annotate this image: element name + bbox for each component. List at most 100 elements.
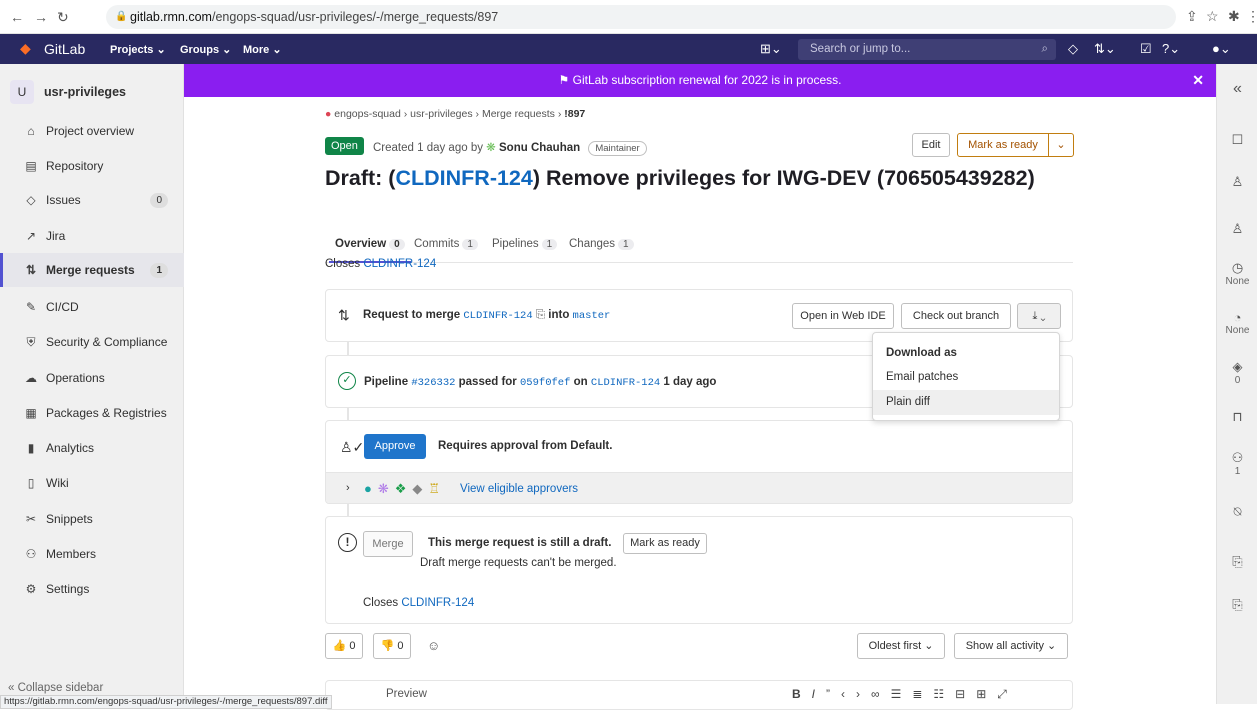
- sidebar-item-analytics[interactable]: ▮ Analytics: [0, 431, 184, 465]
- pipeline-branch-link[interactable]: CLDINFR-124: [591, 377, 660, 389]
- source-branch[interactable]: CLDINFR-124: [463, 310, 532, 322]
- thumbs-up-button[interactable]: 👍 0: [325, 633, 363, 659]
- task-list-icon[interactable]: ☷: [933, 687, 955, 701]
- approver-avatar[interactable]: ◆: [412, 481, 428, 496]
- new-item-icon[interactable]: ⊞⌄: [760, 41, 782, 57]
- edit-button[interactable]: Edit: [912, 133, 950, 157]
- gitlab-logo-icon[interactable]: ◆: [20, 40, 31, 57]
- preview-tab[interactable]: Preview: [386, 688, 427, 700]
- breadcrumb-project[interactable]: usr-privileges: [410, 108, 472, 120]
- download-dropdown-button[interactable]: ⤓ ⌄: [1017, 303, 1061, 329]
- email-patches-option[interactable]: Email patches: [873, 365, 1059, 390]
- chevron-right-icon[interactable]: ›: [346, 482, 350, 494]
- pipeline-id-link[interactable]: #326332: [411, 377, 455, 389]
- breadcrumb-group[interactable]: engops-squad: [334, 108, 401, 120]
- sidebar-item-project-overview[interactable]: ⌂ Project overview: [0, 114, 184, 148]
- collapse-sidebar-button[interactable]: « Collapse sidebar: [8, 682, 103, 694]
- tab-pipelines[interactable]: Pipelines 1: [492, 227, 558, 263]
- draft-mark-as-ready-button[interactable]: Mark as ready: [623, 533, 707, 554]
- target-branch[interactable]: master: [573, 310, 611, 322]
- sidebar-item-operations[interactable]: ☁ Operations: [0, 361, 184, 395]
- approvers-row[interactable]: › ●❋❖◆♖ View eligible approvers: [326, 472, 1072, 503]
- address-bar[interactable]: 🔒 gitlab.rmn.com/engops-squad/usr-privil…: [106, 5, 1176, 29]
- sidebar-item-settings[interactable]: ⚙ Settings: [0, 572, 184, 606]
- italic-icon[interactable]: I: [812, 687, 826, 701]
- add-reaction-icon[interactable]: ☺: [427, 638, 440, 653]
- reviewer-icon[interactable]: ♙: [1217, 221, 1257, 237]
- fullscreen-icon[interactable]: ⤢: [997, 687, 1018, 701]
- sidebar-item-security[interactable]: ⛨ Security & Compliance: [0, 325, 184, 359]
- open-web-ide-button[interactable]: Open in Web IDE: [792, 303, 894, 329]
- title-issue-link[interactable]: CLDINFR-124: [395, 166, 532, 190]
- search-input[interactable]: Search or jump to... ⌕: [798, 39, 1056, 60]
- numbered-list-icon[interactable]: ≣: [912, 687, 933, 701]
- sidebar-item-issues[interactable]: ◇ Issues 0: [0, 183, 184, 217]
- sidebar-item-packages[interactable]: ▦ Packages & Registries: [0, 396, 184, 430]
- sidebar-item-members[interactable]: ⚇ Members: [0, 537, 184, 571]
- collapsible-icon[interactable]: ⊟: [955, 687, 976, 701]
- plain-diff-option[interactable]: Plain diff: [873, 390, 1059, 415]
- sidebar-item-snippets[interactable]: ✂ Snippets: [0, 502, 184, 536]
- approver-avatar[interactable]: ❋: [378, 481, 395, 496]
- extensions-icon[interactable]: ✱: [1228, 8, 1240, 25]
- code-icon[interactable]: ‹›: [841, 687, 871, 701]
- approve-button[interactable]: Approve: [364, 434, 426, 459]
- copy-email-icon[interactable]: ⎘: [1217, 597, 1257, 613]
- check-out-branch-button[interactable]: Check out branch: [901, 303, 1011, 329]
- quote-icon[interactable]: ”: [826, 687, 841, 701]
- thumbs-down-button[interactable]: 👎 0: [373, 633, 411, 659]
- mark-ready-dropdown-toggle[interactable]: ⌄: [1048, 133, 1074, 157]
- reload-icon[interactable]: ↻: [57, 9, 69, 26]
- copy-reference-icon[interactable]: ⎘: [1217, 554, 1257, 570]
- lock-block[interactable]: ⊓: [1217, 409, 1257, 425]
- table-icon[interactable]: ⊞: [976, 687, 997, 701]
- issues-nav-icon[interactable]: ◇: [1068, 41, 1078, 57]
- more-menu[interactable]: More ⌄: [243, 43, 282, 56]
- merge-button[interactable]: Merge: [363, 531, 413, 557]
- sidebar-project-header[interactable]: U usr-privileges: [10, 80, 126, 104]
- bold-icon[interactable]: B: [792, 687, 812, 701]
- gitlab-brand[interactable]: GitLab: [44, 41, 85, 57]
- activity-filter-dropdown[interactable]: Show all activity ⌄: [954, 633, 1068, 659]
- sidebar-item-repository[interactable]: ▤ Repository: [0, 149, 184, 183]
- approver-avatar[interactable]: ❖: [395, 481, 413, 496]
- approver-avatar[interactable]: ♖: [428, 481, 446, 496]
- commit-sha-link[interactable]: 059f0fef: [520, 377, 570, 389]
- labels-block[interactable]: ◈ 0: [1217, 359, 1257, 386]
- notifications-icon[interactable]: ⍉: [1217, 504, 1257, 520]
- assignee-icon[interactable]: ♙: [1217, 174, 1257, 190]
- forward-icon[interactable]: →: [34, 9, 48, 25]
- user-avatar-icon[interactable]: ●⌄: [1212, 41, 1231, 57]
- sidebar-item-ci-cd[interactable]: ✎ CI/CD: [0, 290, 184, 324]
- view-eligible-approvers-link[interactable]: View eligible approvers: [460, 483, 578, 495]
- bullet-list-icon[interactable]: ☰: [891, 687, 913, 701]
- sidebar-item-wiki[interactable]: ▯ Wiki: [0, 466, 184, 500]
- author-avatar[interactable]: ❋: [486, 142, 496, 154]
- milestone-block[interactable]: ◷ None: [1217, 260, 1257, 287]
- participants-block[interactable]: ⚇ 1: [1217, 450, 1257, 477]
- closes-issue-link[interactable]: CLDINFR-124: [401, 597, 474, 609]
- back-icon[interactable]: ←: [10, 9, 24, 25]
- approver-avatar[interactable]: ●: [364, 481, 378, 496]
- author-name[interactable]: Sonu Chauhan: [499, 142, 580, 154]
- breadcrumb-mr-id[interactable]: !897: [564, 108, 585, 120]
- bookmark-star-icon[interactable]: ☆: [1206, 8, 1219, 25]
- closes-issue-link[interactable]: CLDINFR-124: [363, 258, 436, 270]
- browser-menu-icon[interactable]: ⋮: [1246, 8, 1257, 25]
- link-icon[interactable]: ∞: [871, 687, 891, 701]
- collapse-right-sidebar-icon[interactable]: «: [1217, 80, 1257, 98]
- todo-add-icon[interactable]: ☐: [1217, 132, 1257, 148]
- time-tracking-block[interactable]: ◔ None: [1217, 310, 1257, 336]
- groups-menu[interactable]: Groups ⌄: [180, 43, 231, 56]
- merge-requests-nav-icon[interactable]: ⇅⌄: [1094, 41, 1116, 57]
- help-icon[interactable]: ?⌄: [1162, 41, 1180, 57]
- close-icon[interactable]: ✕: [1192, 64, 1204, 97]
- share-icon[interactable]: ⇪: [1186, 8, 1198, 25]
- sidebar-item-merge-requests[interactable]: ⇅ Merge requests 1: [0, 253, 184, 287]
- pipeline-passed-icon[interactable]: ✓: [338, 372, 356, 390]
- todo-icon[interactable]: ☑: [1140, 41, 1152, 57]
- mark-as-ready-button[interactable]: Mark as ready: [957, 133, 1049, 157]
- copy-icon[interactable]: ⎘: [536, 309, 545, 321]
- projects-menu[interactable]: Projects ⌄: [110, 43, 166, 56]
- sort-order-dropdown[interactable]: Oldest first ⌄: [857, 633, 945, 659]
